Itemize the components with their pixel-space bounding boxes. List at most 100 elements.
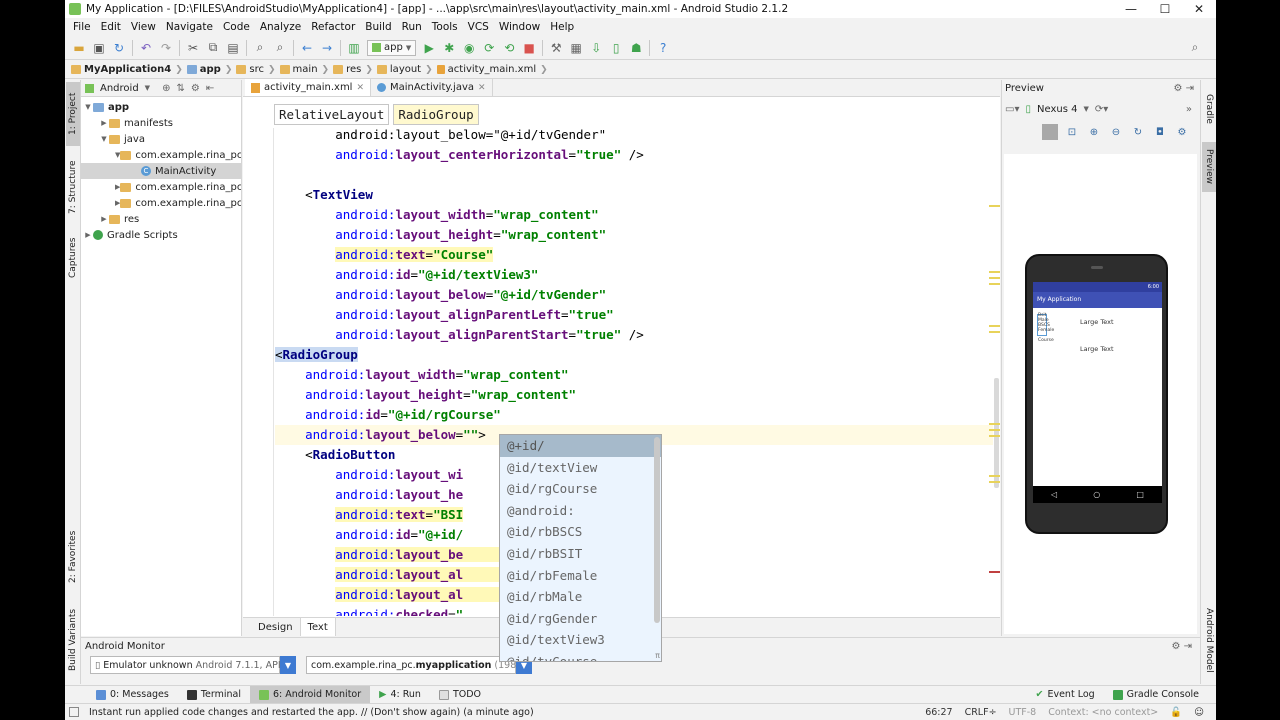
code-line[interactable]: android:layout_height="wrap_content" bbox=[275, 385, 576, 405]
warning-marker[interactable] bbox=[989, 429, 1000, 431]
maximize-button[interactable]: ☐ bbox=[1148, 2, 1182, 16]
code-line[interactable]: <RadioGroup bbox=[275, 345, 358, 365]
project-structure-icon[interactable]: ⚒ bbox=[547, 39, 565, 57]
gear-icon[interactable]: ⚙ bbox=[191, 83, 200, 94]
tab-project[interactable]: 1: Project bbox=[66, 82, 80, 146]
tab-build-variants[interactable]: Build Variants bbox=[66, 600, 80, 680]
code-line[interactable]: android:layout_below="@+id/tvGender" bbox=[275, 285, 606, 305]
close-button[interactable]: ✕ bbox=[1182, 2, 1216, 16]
more-icon[interactable]: » bbox=[1186, 104, 1192, 115]
tab-text[interactable]: Text bbox=[299, 618, 336, 636]
warning-marker[interactable] bbox=[989, 435, 1000, 437]
android-device-monitor-icon[interactable]: ☗ bbox=[627, 39, 645, 57]
device-combo[interactable]: ▯ Emulator unknown Android 7.1.1, API 25 bbox=[90, 656, 296, 674]
copy-icon[interactable]: ⧉ bbox=[204, 39, 222, 57]
tool-windows-toggle-icon[interactable] bbox=[69, 707, 79, 717]
orientation-icon[interactable]: ⟳▾ bbox=[1095, 104, 1108, 115]
autocomplete-item[interactable]: @id/textView bbox=[500, 457, 661, 479]
hector-icon[interactable]: ☺ bbox=[1188, 707, 1210, 718]
apply-changes-icon[interactable]: ⟳ bbox=[480, 39, 498, 57]
make-project-icon[interactable]: ▥ bbox=[345, 39, 363, 57]
tree-item[interactable]: ▼com.example.rina_pc.m bbox=[81, 147, 241, 163]
stop-icon[interactable]: ■ bbox=[520, 39, 538, 57]
replace-icon[interactable]: ⌕ bbox=[271, 39, 289, 57]
tab-favorites[interactable]: 2: Favorites bbox=[66, 524, 80, 590]
autocomplete-item[interactable]: @id/rbBSCS bbox=[500, 521, 661, 543]
tab-design[interactable]: Design bbox=[251, 618, 300, 636]
close-tab-icon[interactable]: ✕ bbox=[478, 83, 486, 93]
collapse-arrow-icon[interactable]: ▶ bbox=[83, 231, 93, 239]
forward-icon[interactable]: → bbox=[318, 39, 336, 57]
warning-marker[interactable] bbox=[989, 475, 1000, 477]
editor-scrollbar[interactable] bbox=[993, 128, 1000, 616]
menu-navigate[interactable]: Navigate bbox=[161, 21, 218, 33]
chevron-down-icon[interactable]: ▼ bbox=[280, 656, 296, 674]
toggle-preview-icon[interactable] bbox=[1042, 124, 1058, 140]
tab-structure[interactable]: 7: Structure bbox=[66, 152, 80, 222]
tab-captures[interactable]: Captures bbox=[66, 230, 80, 286]
error-marker[interactable] bbox=[989, 571, 1000, 573]
warning-marker[interactable] bbox=[989, 331, 1000, 333]
menu-refactor[interactable]: Refactor bbox=[306, 21, 360, 33]
file-encoding[interactable]: UTF-8 bbox=[1003, 707, 1043, 718]
save-all-icon[interactable]: ▣ bbox=[90, 39, 108, 57]
tree-item[interactable]: ▶com.example.rina_pc.m bbox=[81, 179, 241, 195]
gear-icon[interactable]: ⚙ bbox=[1174, 124, 1190, 140]
warning-marker[interactable] bbox=[989, 325, 1000, 327]
search-everywhere-icon[interactable]: ⌕ bbox=[1186, 39, 1204, 57]
run-icon[interactable]: ▶ bbox=[420, 39, 438, 57]
warning-marker[interactable] bbox=[989, 205, 1000, 207]
menu-edit[interactable]: Edit bbox=[96, 21, 126, 33]
breadcrumb-src[interactable]: src bbox=[236, 64, 264, 75]
tab-android-monitor[interactable]: 6: Android Monitor bbox=[250, 685, 371, 704]
code-line[interactable]: android:layout_below="@+id/tvGender" bbox=[275, 128, 606, 145]
autocomplete-item[interactable]: @id/rgGender bbox=[500, 608, 661, 630]
code-line[interactable]: android:id="@+id/textView3" bbox=[275, 265, 538, 285]
tab-preview[interactable]: Preview bbox=[1202, 142, 1216, 192]
autocomplete-item[interactable]: @id/tvCourse bbox=[500, 651, 661, 661]
menu-file[interactable]: File bbox=[68, 21, 96, 33]
expand-arrow-icon[interactable]: ▼ bbox=[99, 135, 109, 143]
cut-icon[interactable]: ✂ bbox=[184, 39, 202, 57]
gradle-sync-icon[interactable]: ⇩ bbox=[587, 39, 605, 57]
collapse-icon[interactable]: ⇅ bbox=[176, 83, 184, 94]
scroll-thumb[interactable] bbox=[994, 378, 999, 488]
menu-vcs[interactable]: VCS bbox=[463, 21, 494, 33]
warning-marker[interactable] bbox=[989, 423, 1000, 425]
hide-panel-icon[interactable]: ⇤ bbox=[206, 83, 214, 94]
caret-position[interactable]: 66:27 bbox=[919, 707, 958, 718]
find-icon[interactable]: ⌕ bbox=[251, 39, 269, 57]
tree-item[interactable]: C MainActivity bbox=[81, 163, 241, 179]
autocomplete-item[interactable]: @id/textView3 bbox=[500, 629, 661, 651]
tree-item[interactable]: ▼ java bbox=[81, 131, 241, 147]
minimize-button[interactable]: — bbox=[1114, 2, 1148, 16]
undo-icon[interactable]: ↶ bbox=[137, 39, 155, 57]
tab-activity-main-xml[interactable]: activity_main.xml ✕ bbox=[245, 79, 372, 96]
tab-android-model[interactable]: Android Model bbox=[1202, 600, 1216, 680]
code-line[interactable]: android:layout_alignParentStart="true" /… bbox=[275, 325, 644, 345]
menu-window[interactable]: Window bbox=[494, 21, 545, 33]
autocomplete-item[interactable]: @id/rbMale bbox=[500, 586, 661, 608]
paste-icon[interactable]: ▤ bbox=[224, 39, 242, 57]
tab-todo[interactable]: TODO bbox=[430, 686, 490, 704]
refresh-icon[interactable]: ↻ bbox=[1130, 124, 1146, 140]
breadcrumb-project[interactable]: MyApplication4 bbox=[71, 64, 171, 75]
expand-arrow-icon[interactable]: ▼ bbox=[83, 103, 93, 111]
tag-crumb-radiogroup[interactable]: RadioGroup bbox=[393, 104, 479, 125]
menu-analyze[interactable]: Analyze bbox=[255, 21, 306, 33]
sdk-manager-icon[interactable]: ▦ bbox=[567, 39, 585, 57]
code-line[interactable]: android:id="@+id/ bbox=[275, 525, 463, 545]
menu-view[interactable]: View bbox=[126, 21, 161, 33]
code-line[interactable]: android:layout_width="wrap_content" bbox=[275, 365, 568, 385]
tree-item[interactable]: ▶ Gradle Scripts bbox=[81, 227, 241, 243]
code-line[interactable]: android:layout_he bbox=[275, 485, 463, 505]
zoom-out-icon[interactable]: ⊖ bbox=[1108, 124, 1124, 140]
tag-crumb-relativelayout[interactable]: RelativeLayout bbox=[274, 104, 390, 125]
lock-icon[interactable]: 🔓 bbox=[1164, 707, 1188, 718]
collapse-arrow-icon[interactable]: ▶ bbox=[99, 119, 109, 127]
open-folder-icon[interactable]: ▬ bbox=[70, 39, 88, 57]
attach-debugger-icon[interactable]: ◉ bbox=[460, 39, 478, 57]
code-line[interactable]: android:layout_centerHorizontal="true" /… bbox=[275, 145, 644, 165]
code-line[interactable]: android:checked=" bbox=[275, 605, 463, 616]
chevron-down-icon[interactable]: ▼ bbox=[1083, 105, 1088, 113]
